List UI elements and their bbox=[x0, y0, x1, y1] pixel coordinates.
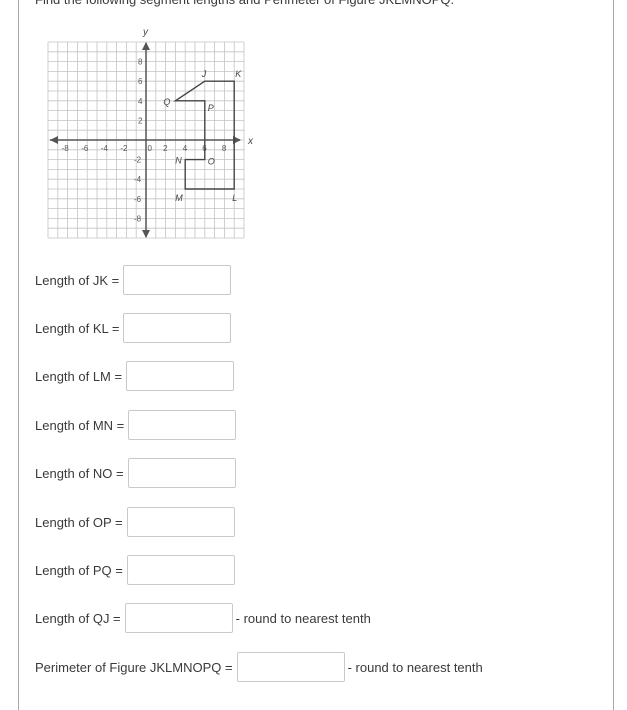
answer-label: Length of QJ = bbox=[35, 610, 121, 626]
answer-row: Length of MN = bbox=[35, 410, 237, 440]
y-axis-arrow-down bbox=[142, 230, 150, 238]
x-tick-label: -8 bbox=[62, 144, 70, 153]
y-tick-label: -2 bbox=[134, 156, 142, 165]
answer-input[interactable] bbox=[126, 361, 235, 391]
x-axis-arrow-left bbox=[50, 136, 58, 144]
y-tick-label: 6 bbox=[138, 77, 143, 86]
answer-label: Length of MN = bbox=[35, 417, 125, 433]
point-label-q: Q bbox=[163, 97, 170, 107]
answer-input[interactable] bbox=[126, 507, 235, 537]
x-tick-label: 8 bbox=[222, 144, 227, 153]
answer-label: Perimeter of Figure JKLMNOPQ = bbox=[35, 659, 233, 675]
y-tick-label: -8 bbox=[134, 214, 142, 223]
answer-input[interactable] bbox=[128, 410, 237, 440]
x-tick-label: 0 bbox=[148, 144, 153, 153]
answer-row: Length of JK = bbox=[35, 265, 232, 295]
answer-row: Length of LM = bbox=[35, 361, 235, 391]
y-tick-label: 8 bbox=[138, 58, 143, 67]
answer-label: Length of LM = bbox=[35, 368, 123, 384]
y-axis-arrow-up bbox=[142, 42, 150, 50]
x-axis-label: x bbox=[247, 136, 254, 147]
answer-row: Length of QJ = - round to nearest tenth bbox=[35, 603, 371, 633]
x-tick-label: 4 bbox=[183, 144, 188, 153]
y-tick-label: -6 bbox=[134, 195, 142, 204]
answer-input[interactable] bbox=[123, 313, 232, 343]
axes: x y bbox=[50, 27, 254, 238]
point-label-o: O bbox=[208, 157, 215, 167]
point-label-k: K bbox=[235, 69, 242, 79]
y-tick-label: -4 bbox=[134, 175, 142, 184]
rounding-hint: - round to nearest tenth bbox=[347, 659, 483, 675]
answer-label: Length of KL = bbox=[35, 320, 120, 336]
y-tick-label: 2 bbox=[138, 116, 143, 125]
point-label-p: P bbox=[208, 103, 214, 113]
answer-input[interactable] bbox=[236, 652, 345, 682]
point-label-l: L bbox=[232, 193, 237, 203]
answer-label: Length of JK = bbox=[35, 272, 120, 288]
answer-input[interactable] bbox=[127, 458, 236, 488]
y-axis-label: y bbox=[142, 27, 149, 38]
coordinate-graph: x y -8 -6 -4 -2 0 2 4 6 88642-2-4-6-8 J KLMN OPQ bbox=[47, 27, 254, 239]
answer-input[interactable] bbox=[126, 555, 235, 585]
answer-row: Length of KL = bbox=[35, 313, 232, 343]
answer-row: Length of NO = bbox=[35, 458, 236, 488]
y-tick-label: 4 bbox=[138, 97, 143, 106]
x-tick-label: -4 bbox=[101, 144, 109, 153]
x-tick-label: -6 bbox=[81, 144, 89, 153]
question-prompt: Find the following segment lengths and P… bbox=[35, 0, 454, 7]
point-label-j: J bbox=[201, 69, 207, 79]
answer-input[interactable] bbox=[124, 603, 233, 633]
answer-label: Length of PQ = bbox=[35, 562, 123, 578]
rounding-hint: - round to nearest tenth bbox=[235, 610, 371, 626]
answer-label: Length of NO = bbox=[35, 465, 124, 481]
answer-input[interactable] bbox=[123, 265, 232, 295]
point-label-m: M bbox=[175, 193, 183, 203]
answer-row: Perimeter of Figure JKLMNOPQ = - round to… bbox=[35, 652, 483, 682]
answer-row: Length of OP = bbox=[35, 507, 235, 537]
point-label-n: N bbox=[175, 156, 182, 166]
answer-row: Length of PQ = bbox=[35, 555, 235, 585]
x-tick-label: -2 bbox=[120, 144, 128, 153]
answer-label: Length of OP = bbox=[35, 514, 123, 530]
x-tick-label: 2 bbox=[163, 144, 168, 153]
